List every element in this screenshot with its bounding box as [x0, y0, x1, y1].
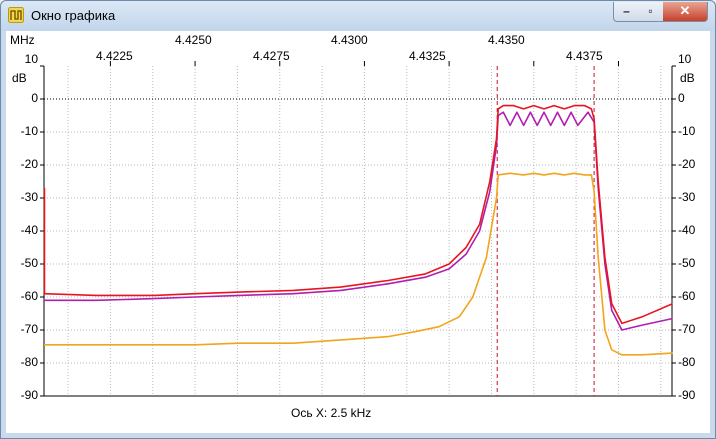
maximize-button[interactable]: ▫: [638, 2, 664, 22]
maximize-icon: ▫: [648, 4, 653, 18]
series-line: [43, 104, 674, 325]
close-button[interactable]: ✕: [663, 2, 708, 22]
chart-window: Окно графика – ▫ ✕ MHz dB dB 4.4250 4.43…: [0, 0, 716, 439]
minimize-icon: –: [623, 4, 630, 18]
minimize-button[interactable]: –: [613, 2, 640, 22]
x-axis-step-label: Ось X: 2.5 kHz: [291, 406, 372, 420]
window-title: Окно графика: [31, 8, 116, 23]
close-icon: ✕: [679, 3, 691, 18]
title-bar[interactable]: Окно графика – ▫ ✕: [1, 1, 715, 31]
chart-icon: [8, 7, 24, 23]
chart-area[interactable]: MHz dB dB 4.4250 4.4300 4.4350 4.4225 4.…: [6, 31, 710, 433]
plot-svg: [40, 61, 676, 397]
